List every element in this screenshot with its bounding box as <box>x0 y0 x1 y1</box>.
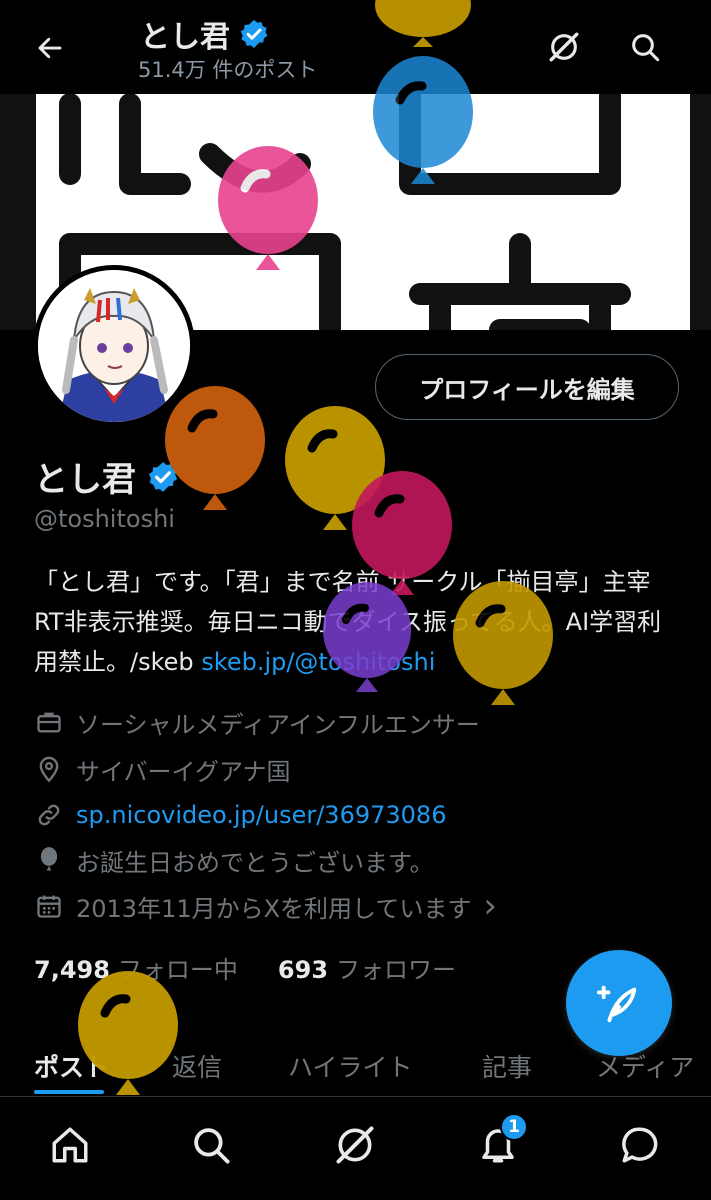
meta-category: ソーシャルメディアインフルエンサー <box>34 702 684 742</box>
nav-home[interactable] <box>42 1117 98 1173</box>
back-arrow-icon <box>38 37 62 59</box>
profile-handle: @toshitoshi <box>34 505 175 533</box>
location-pin-icon <box>34 754 64 784</box>
meta-website: sp.nicovideo.jp/user/36973086 <box>34 795 684 835</box>
edit-profile-button[interactable]: プロフィールを編集 <box>375 354 679 420</box>
nav-messages[interactable] <box>612 1117 668 1173</box>
birthday-text: お誕生日おめでとうございます。 <box>76 848 434 877</box>
followers-stat[interactable]: 693 フォロワー <box>278 950 456 985</box>
grok-icon <box>336 1126 374 1164</box>
bio-link[interactable]: skeb.jp/@toshitoshi <box>201 648 435 676</box>
balloon <box>285 406 385 530</box>
following-stat[interactable]: 7,498 フォロー中 <box>34 950 238 985</box>
grok-icon <box>549 32 579 62</box>
search-icon <box>632 34 660 62</box>
tab-posts[interactable]: ポスト <box>34 1048 109 1084</box>
messages-icon <box>622 1127 658 1163</box>
balloon <box>165 386 265 510</box>
search-button[interactable] <box>622 24 668 70</box>
tab-articles[interactable]: 記事 <box>482 1048 532 1084</box>
tab-replies[interactable]: 返信 <box>172 1048 222 1084</box>
grok-button[interactable] <box>541 24 587 70</box>
tab-highlights[interactable]: ハイライト <box>288 1048 413 1084</box>
compose-post-button[interactable] <box>566 950 672 1056</box>
location-text: サイバーイグアナ国 <box>76 757 291 786</box>
search-icon <box>194 1128 230 1164</box>
meta-joined[interactable]: 2013年11月からXを利用しています › <box>34 886 684 926</box>
verified-badge-icon[interactable] <box>146 460 180 494</box>
chevron-right-icon: › <box>483 886 497 926</box>
header-name: とし君 <box>140 20 230 55</box>
profile-name-row: とし君 <box>34 452 180 501</box>
post-count: 51.4万 件のポスト <box>138 58 318 82</box>
back-button[interactable] <box>28 26 72 70</box>
joined-text: 2013年11月からXを利用しています <box>76 894 472 923</box>
avatar-illustration <box>38 270 190 422</box>
compose-feather-icon <box>596 985 637 1023</box>
header-title: とし君 <box>140 12 270 56</box>
following-count: 7,498 <box>34 956 110 984</box>
top-header: とし君 51.4万 件のポスト <box>0 0 711 94</box>
home-icon <box>52 1127 88 1163</box>
verified-badge-icon <box>240 20 268 48</box>
website-link[interactable]: sp.nicovideo.jp/user/36973086 <box>76 801 446 829</box>
notification-badge: 1 <box>500 1113 528 1141</box>
follow-stats: 7,498 フォロー中 693 フォロワー <box>34 950 456 985</box>
meta-location: サイバーイグアナ国 <box>34 749 684 789</box>
active-tab-indicator <box>34 1090 104 1094</box>
followers-label: フォロワー <box>336 956 457 984</box>
link-icon <box>34 800 64 830</box>
followers-count: 693 <box>277 956 329 984</box>
nav-grok[interactable] <box>327 1117 383 1173</box>
nav-search[interactable] <box>183 1117 239 1173</box>
meta-birthday: お誕生日おめでとうございます。 <box>34 840 684 880</box>
nav-notifications[interactable]: 1 <box>470 1113 528 1173</box>
following-label: フォロー中 <box>117 956 238 984</box>
display-name: とし君 <box>34 460 136 500</box>
briefcase-icon <box>34 707 64 737</box>
calendar-icon <box>34 891 64 921</box>
bottom-navigation: 1 <box>0 1096 711 1200</box>
profile-avatar[interactable] <box>33 265 195 427</box>
category-text: ソーシャルメディアインフルエンサー <box>76 710 480 739</box>
profile-bio: 「とし君」です。「君」まで名前 サークル「揃目亭」主宰 RT非表示推奨。毎日ニコ… <box>34 562 684 682</box>
balloon-icon <box>34 845 64 875</box>
